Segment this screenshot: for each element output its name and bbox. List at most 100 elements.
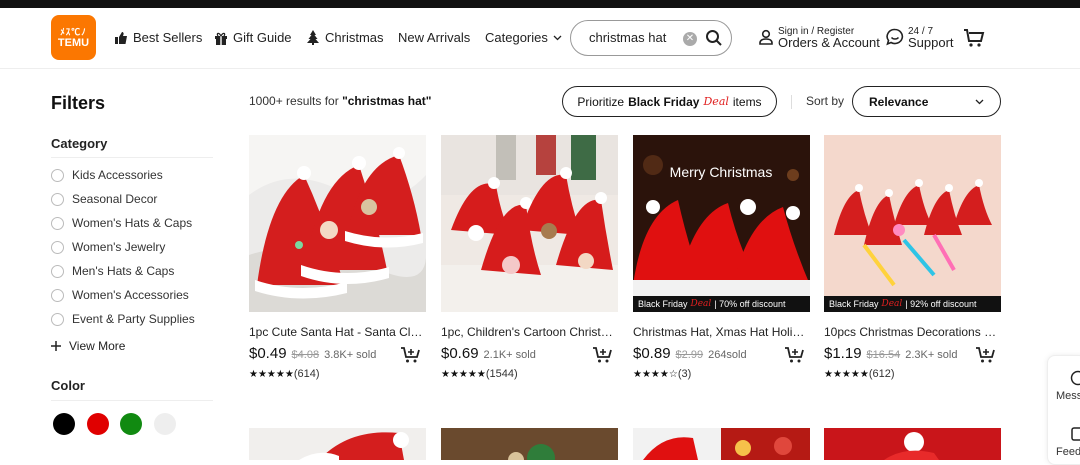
- category-option[interactable]: Seasonal Decor: [51, 192, 157, 206]
- account-menu[interactable]: Sign in / Register Orders & Account: [758, 26, 880, 48]
- search-input[interactable]: [589, 30, 679, 45]
- chat-bubble-icon: [886, 28, 904, 46]
- price-row: $0.69 2.1K+ sold: [441, 345, 536, 362]
- product-image[interactable]: [824, 428, 1001, 460]
- view-more-link[interactable]: View More: [51, 339, 125, 353]
- product-price: $0.49: [249, 345, 287, 362]
- feedback-label[interactable]: Feedback: [1056, 446, 1080, 458]
- nav-best-sellers[interactable]: Best Sellers: [114, 30, 202, 45]
- rating-count: (612): [869, 368, 895, 380]
- prioritize-black-friday-button[interactable]: Prioritize Black Friday Deal items: [562, 86, 777, 117]
- rating: ★★★★★(612): [824, 368, 895, 380]
- sold-count: 2.1K+ sold: [484, 349, 536, 361]
- product-card[interactable]: 1pc, Children's Cartoon Christmas Hat $0…: [441, 135, 618, 395]
- sort-label: Sort by: [806, 94, 844, 108]
- product-image[interactable]: Black Friday Deal | 92% off discount: [824, 135, 1001, 312]
- add-to-cart-icon[interactable]: [592, 346, 612, 364]
- divider: [791, 95, 792, 109]
- color-swatch-black[interactable]: [53, 413, 75, 435]
- gift-icon: [214, 31, 228, 45]
- product-card[interactable]: [441, 428, 618, 460]
- rating: ★★★★★(614): [249, 368, 320, 380]
- add-to-cart-icon[interactable]: [975, 346, 995, 364]
- radio-button[interactable]: [51, 217, 64, 230]
- category-title: Category: [51, 136, 107, 151]
- nav-christmas[interactable]: Christmas: [306, 30, 384, 45]
- black-friday-deal-banner: Black Friday Deal | 70% off discount: [633, 296, 810, 312]
- product-name[interactable]: 1pc, Children's Cartoon Christmas Hat: [441, 325, 618, 339]
- original-price: $4.08: [292, 349, 320, 361]
- product-card[interactable]: Black Friday Deal | 92% off discount 10p…: [824, 135, 1001, 395]
- product-image[interactable]: [249, 135, 426, 312]
- add-to-cart-icon[interactable]: [400, 346, 420, 364]
- category-option[interactable]: Event & Party Supplies: [51, 312, 195, 326]
- product-price: $0.89: [633, 345, 671, 362]
- category-option[interactable]: Women's Hats & Caps: [51, 216, 192, 230]
- product-image[interactable]: Merry Christmas Black Friday Deal | 70% …: [633, 135, 810, 312]
- color-swatch-red[interactable]: [87, 413, 109, 435]
- product-name[interactable]: 1pc Cute Santa Hat - Santa Claus, Snowma…: [249, 325, 426, 339]
- product-card[interactable]: [824, 428, 1001, 460]
- product-card[interactable]: Merry Christmas Black Friday Deal | 70% …: [633, 135, 810, 395]
- radio-button[interactable]: [51, 289, 64, 302]
- product-image[interactable]: [441, 428, 618, 460]
- divider: [51, 400, 213, 401]
- color-swatch-white[interactable]: [154, 413, 176, 435]
- plus-icon: [51, 341, 61, 351]
- product-image[interactable]: [633, 428, 810, 460]
- star-rating: ★★★★★: [249, 369, 294, 380]
- message-icon[interactable]: [1070, 370, 1080, 386]
- feedback-icon[interactable]: [1070, 426, 1080, 442]
- price-row: $0.89 $2.99 264sold: [633, 345, 747, 362]
- original-price: $2.99: [676, 349, 704, 361]
- sold-count: 2.3K+ sold: [905, 349, 957, 361]
- product-name[interactable]: Christmas Hat, Xmas Hat Holiday Santa Ha…: [633, 325, 810, 339]
- messages-label[interactable]: Messages: [1056, 390, 1080, 402]
- chevron-down-icon: [975, 95, 984, 109]
- product-name[interactable]: 10pcs Christmas Decorations Mini Santa H…: [824, 325, 1001, 339]
- rating-count: (3): [678, 368, 691, 380]
- nav-new-arrivals[interactable]: New Arrivals: [398, 30, 470, 45]
- image-caption: Merry Christmas: [670, 164, 773, 180]
- rating: ★★★★☆(3): [633, 368, 691, 380]
- rating: ★★★★★(1544): [441, 368, 518, 380]
- rating-count: (614): [294, 368, 320, 380]
- product-image[interactable]: [441, 135, 618, 312]
- rating-count: (1544): [486, 368, 518, 380]
- search-icon[interactable]: [705, 29, 723, 47]
- radio-button[interactable]: [51, 313, 64, 326]
- category-option[interactable]: Women's Accessories: [51, 288, 189, 302]
- product-image[interactable]: [249, 428, 426, 460]
- category-option[interactable]: Women's Jewelry: [51, 240, 165, 254]
- original-price: $16.54: [867, 349, 901, 361]
- category-option[interactable]: Kids Accessories: [51, 168, 163, 182]
- radio-button[interactable]: [51, 241, 64, 254]
- black-friday-deal-banner: Black Friday Deal | 92% off discount: [824, 296, 1001, 312]
- nav-categories[interactable]: Categories: [485, 30, 562, 45]
- star-rating: ★★★★★: [441, 369, 486, 380]
- clear-search-icon[interactable]: ✕: [683, 32, 697, 46]
- sort-select[interactable]: Relevance: [852, 86, 1001, 117]
- product-card[interactable]: 1pc Cute Santa Hat - Santa Claus, Snowma…: [249, 135, 426, 395]
- divider: [51, 157, 213, 158]
- product-card[interactable]: [633, 428, 810, 460]
- cart-icon[interactable]: [963, 28, 985, 48]
- product-card[interactable]: [249, 428, 426, 460]
- add-to-cart-icon[interactable]: [784, 346, 804, 364]
- support-menu[interactable]: 24 / 7 Support: [886, 26, 954, 48]
- category-option[interactable]: Men's Hats & Caps: [51, 264, 174, 278]
- color-swatch-green[interactable]: [120, 413, 142, 435]
- star-rating: ★★★★★: [824, 369, 869, 380]
- nav-gift-guide[interactable]: Gift Guide: [214, 30, 292, 45]
- temu-logo[interactable]: ﾒｽ℃ﾉ TEMU: [51, 15, 96, 60]
- header-nav: ﾒｽ℃ﾉ TEMU Best Sellers Gift Guide Christ…: [0, 8, 1080, 69]
- search-bar: ✕: [570, 20, 732, 56]
- floating-help-widget: Messages Feedback: [1047, 355, 1080, 465]
- thumbs-up-icon: [114, 31, 128, 45]
- results-summary: 1000+ results for "christmas hat": [249, 94, 431, 108]
- radio-button[interactable]: [51, 193, 64, 206]
- product-price: $0.69: [441, 345, 479, 362]
- radio-button[interactable]: [51, 169, 64, 182]
- color-title: Color: [51, 378, 85, 393]
- radio-button[interactable]: [51, 265, 64, 278]
